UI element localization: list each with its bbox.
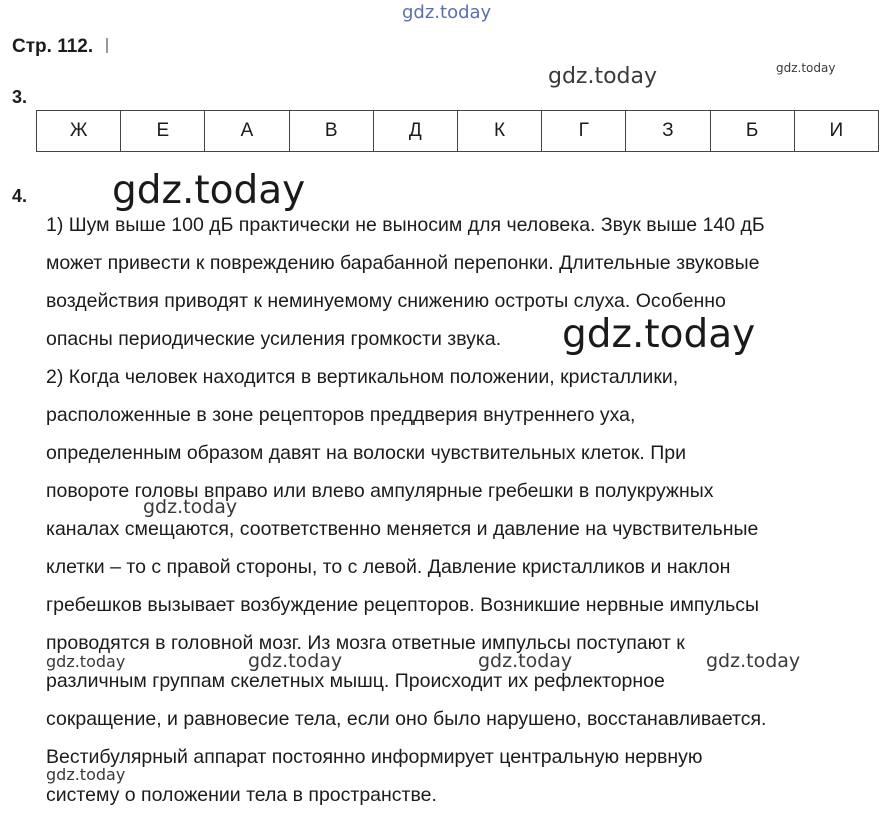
text-line: повороте головы вправо или влево ампуляр… — [46, 480, 714, 502]
answer-cell: В — [288, 110, 374, 152]
watermark-small-right: gdz.today — [776, 61, 836, 75]
text-line: расположенные в зоне рецепторов преддвер… — [46, 404, 636, 426]
answer-cell: Д — [372, 110, 458, 152]
page-label: Стр. 112. — [12, 36, 94, 57]
answer-cell: А — [204, 110, 290, 152]
text-line: Вестибулярный аппарат постоянно информир… — [46, 746, 703, 768]
text-line: каналах смещаются, соответственно меняет… — [46, 518, 759, 540]
answer-cell: З — [625, 110, 711, 152]
text-line: опасны периодические усиления громкости … — [46, 328, 502, 350]
text-line: 2) Когда человек находится в вертикально… — [46, 366, 679, 388]
text-line: сокращение, и равновесие тела, если оно … — [46, 708, 767, 730]
answer-cell: Г — [541, 110, 627, 152]
answer-cell: Е — [120, 110, 206, 152]
answer-cell: Б — [709, 110, 795, 152]
task-4-number: 4. — [12, 186, 28, 206]
answer-cell: И — [793, 110, 880, 152]
text-line: проводятся в головной мозг. Из мозга отв… — [46, 632, 685, 654]
text-line: гребешков вызывает возбуждение рецепторо… — [46, 594, 760, 616]
text-line: 1) Шум выше 100 дБ практически не выноси… — [46, 214, 765, 236]
answer-cell: Ж — [35, 110, 122, 152]
text-line: различным группам скелетных мышц. Происх… — [46, 670, 665, 692]
table-row: Ж Е А В Д К Г З Б И — [35, 110, 880, 152]
text-line: воздействия приводят к неминуемому сниже… — [46, 290, 726, 312]
text-line: определенным образом давят на волоски чу… — [46, 442, 686, 464]
text-line: клетки – то с правой стороны, то с левой… — [46, 556, 731, 578]
task-4-answer-text: 1) Шум выше 100 дБ практически не выноси… — [46, 206, 876, 814]
text-line: может привести к повреждению барабанной … — [46, 252, 760, 274]
text-line: систему о положении тела в пространстве. — [46, 784, 437, 806]
answer-cell: К — [456, 110, 543, 152]
text-cursor — [106, 38, 109, 53]
task-3-number: 3. — [12, 87, 28, 107]
page-heading: Стр. 112. — [12, 36, 109, 58]
watermark-mid: gdz.today — [548, 64, 658, 89]
answer-table: Ж Е А В Д К Г З Б И — [35, 110, 880, 152]
watermark-top: gdz.today — [402, 2, 492, 23]
